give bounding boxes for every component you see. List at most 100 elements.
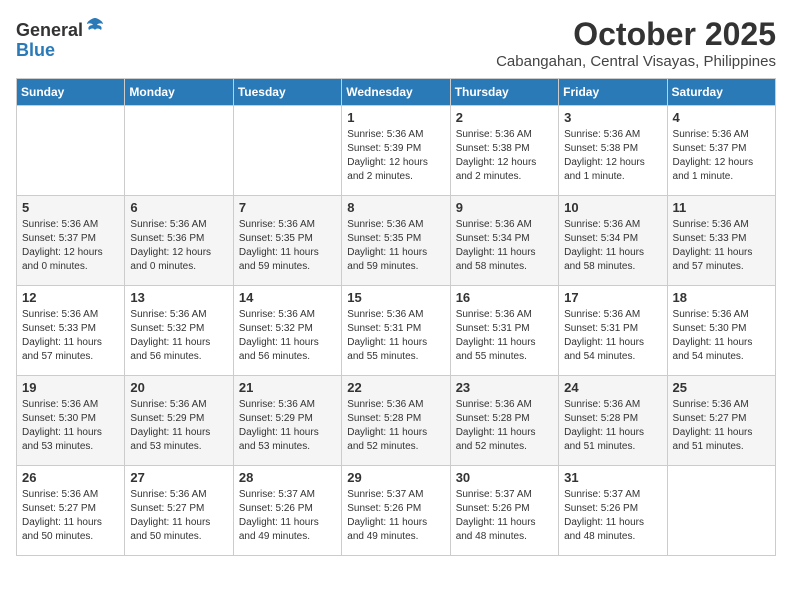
day-info: Sunrise: 5:36 AMSunset: 5:31 PMDaylight:… <box>347 308 444 364</box>
day-number: 18 <box>673 290 770 305</box>
day-number: 3 <box>564 110 661 125</box>
week-row-5: 26 Sunrise: 5:36 AMSunset: 5:27 PMDayligh… <box>17 466 776 556</box>
calendar-cell: 25Sunrise: 5:36 AMSunset: 5:27 PMDayligh… <box>667 376 775 466</box>
calendar-cell: 27 Sunrise: 5:36 AMSunset: 5:27 PMDayligh… <box>125 466 233 556</box>
day-number: 17 <box>564 290 661 305</box>
calendar-cell: 10 Sunrise: 5:36 AMSunset: 5:34 PMDayligh… <box>559 196 667 286</box>
day-info: Sunrise: 5:36 AMSunset: 5:34 PMDaylight:… <box>456 218 553 274</box>
calendar-cell: 30Sunrise: 5:37 AMSunset: 5:26 PMDayligh… <box>450 466 558 556</box>
day-number: 19 <box>22 380 119 395</box>
calendar-body: 1Sunrise: 5:36 AMSunset: 5:39 PMDaylight… <box>17 106 776 556</box>
title-block: October 2025 Cabangahan, Central Visayas… <box>496 16 776 70</box>
day-number: 15 <box>347 290 444 305</box>
day-info: Sunrise: 5:36 AMSunset: 5:29 PMDaylight:… <box>239 398 336 454</box>
calendar-header-row: SundayMondayTuesdayWednesdayThursdayFrid… <box>17 79 776 106</box>
day-info: Sunrise: 5:36 AMSunset: 5:36 PMDaylight:… <box>130 218 227 274</box>
calendar-table: SundayMondayTuesdayWednesdayThursdayFrid… <box>16 78 776 556</box>
day-info: Sunrise: 5:36 AMSunset: 5:29 PMDaylight:… <box>130 398 227 454</box>
day-number: 6 <box>130 200 227 215</box>
day-info: Sunrise: 5:36 AMSunset: 5:32 PMDaylight:… <box>130 308 227 364</box>
header-friday: Friday <box>559 79 667 106</box>
calendar-cell: 8Sunrise: 5:36 AMSunset: 5:35 PMDaylight… <box>342 196 450 286</box>
day-number: 10 <box>564 200 661 215</box>
calendar-cell: 12Sunrise: 5:36 AMSunset: 5:33 PMDayligh… <box>17 286 125 376</box>
day-number: 5 <box>22 200 119 215</box>
day-info: Sunrise: 5:36 AMSunset: 5:33 PMDaylight:… <box>22 308 119 364</box>
calendar-cell <box>125 106 233 196</box>
week-row-3: 12Sunrise: 5:36 AMSunset: 5:33 PMDayligh… <box>17 286 776 376</box>
calendar-cell: 14Sunrise: 5:36 AMSunset: 5:32 PMDayligh… <box>233 286 341 376</box>
day-number: 4 <box>673 110 770 125</box>
calendar-cell: 15 Sunrise: 5:36 AMSunset: 5:31 PMDayligh… <box>342 286 450 376</box>
calendar-cell: 5 Sunrise: 5:36 AMSunset: 5:37 PMDaylight… <box>17 196 125 286</box>
calendar-cell: 18 Sunrise: 5:36 AMSunset: 5:30 PMDayligh… <box>667 286 775 376</box>
logo-general: General <box>16 20 83 40</box>
page-header: General Blue October 2025 Cabangahan, Ce… <box>16 16 776 70</box>
day-info: Sunrise: 5:36 AMSunset: 5:37 PMDaylight:… <box>673 128 770 184</box>
week-row-2: 5 Sunrise: 5:36 AMSunset: 5:37 PMDaylight… <box>17 196 776 286</box>
day-info: Sunrise: 5:36 AMSunset: 5:35 PMDaylight:… <box>239 218 336 274</box>
calendar-cell: 2Sunrise: 5:36 AMSunset: 5:38 PMDaylight… <box>450 106 558 196</box>
day-info: Sunrise: 5:37 AMSunset: 5:26 PMDaylight:… <box>239 488 336 544</box>
day-info: Sunrise: 5:36 AMSunset: 5:31 PMDaylight:… <box>564 308 661 364</box>
calendar-cell: 26 Sunrise: 5:36 AMSunset: 5:27 PMDayligh… <box>17 466 125 556</box>
logo: General Blue <box>16 16 105 61</box>
calendar-cell: 23Sunrise: 5:36 AMSunset: 5:28 PMDayligh… <box>450 376 558 466</box>
header-sunday: Sunday <box>17 79 125 106</box>
day-info: Sunrise: 5:36 AMSunset: 5:28 PMDaylight:… <box>564 398 661 454</box>
header-tuesday: Tuesday <box>233 79 341 106</box>
day-number: 27 <box>130 470 227 485</box>
calendar-cell: 21 Sunrise: 5:36 AMSunset: 5:29 PMDayligh… <box>233 376 341 466</box>
calendar-cell: 13 Sunrise: 5:36 AMSunset: 5:32 PMDayligh… <box>125 286 233 376</box>
day-number: 24 <box>564 380 661 395</box>
day-number: 23 <box>456 380 553 395</box>
month-title: October 2025 <box>496 16 776 53</box>
calendar-cell: 24 Sunrise: 5:36 AMSunset: 5:28 PMDayligh… <box>559 376 667 466</box>
calendar-cell: 6 Sunrise: 5:36 AMSunset: 5:36 PMDaylight… <box>125 196 233 286</box>
calendar-cell <box>233 106 341 196</box>
day-info: Sunrise: 5:36 AMSunset: 5:27 PMDaylight:… <box>130 488 227 544</box>
day-info: Sunrise: 5:36 AMSunset: 5:30 PMDaylight:… <box>22 398 119 454</box>
day-info: Sunrise: 5:36 AMSunset: 5:33 PMDaylight:… <box>673 218 770 274</box>
day-number: 26 <box>22 470 119 485</box>
calendar-cell: 11 Sunrise: 5:36 AMSunset: 5:33 PMDayligh… <box>667 196 775 286</box>
day-number: 22 <box>347 380 444 395</box>
day-number: 7 <box>239 200 336 215</box>
week-row-4: 19 Sunrise: 5:36 AMSunset: 5:30 PMDayligh… <box>17 376 776 466</box>
calendar-cell: 17 Sunrise: 5:36 AMSunset: 5:31 PMDayligh… <box>559 286 667 376</box>
day-number: 31 <box>564 470 661 485</box>
day-number: 1 <box>347 110 444 125</box>
day-info: Sunrise: 5:36 AMSunset: 5:37 PMDaylight:… <box>22 218 119 274</box>
calendar-cell: 3 Sunrise: 5:36 AMSunset: 5:38 PMDaylight… <box>559 106 667 196</box>
day-info: Sunrise: 5:37 AMSunset: 5:26 PMDaylight:… <box>347 488 444 544</box>
day-number: 11 <box>673 200 770 215</box>
location-title: Cabangahan, Central Visayas, Philippines <box>496 53 776 70</box>
day-info: Sunrise: 5:36 AMSunset: 5:28 PMDaylight:… <box>347 398 444 454</box>
header-thursday: Thursday <box>450 79 558 106</box>
day-info: Sunrise: 5:36 AMSunset: 5:30 PMDaylight:… <box>673 308 770 364</box>
day-number: 13 <box>130 290 227 305</box>
day-number: 16 <box>456 290 553 305</box>
calendar-cell: 1Sunrise: 5:36 AMSunset: 5:39 PMDaylight… <box>342 106 450 196</box>
day-number: 29 <box>347 470 444 485</box>
day-info: Sunrise: 5:36 AMSunset: 5:27 PMDaylight:… <box>673 398 770 454</box>
day-number: 21 <box>239 380 336 395</box>
calendar-cell: 29 Sunrise: 5:37 AMSunset: 5:26 PMDayligh… <box>342 466 450 556</box>
day-info: Sunrise: 5:36 AMSunset: 5:38 PMDaylight:… <box>456 128 553 184</box>
calendar-cell: 22 Sunrise: 5:36 AMSunset: 5:28 PMDayligh… <box>342 376 450 466</box>
day-info: Sunrise: 5:36 AMSunset: 5:38 PMDaylight:… <box>564 128 661 184</box>
calendar-cell: 7 Sunrise: 5:36 AMSunset: 5:35 PMDaylight… <box>233 196 341 286</box>
calendar-cell <box>667 466 775 556</box>
header-wednesday: Wednesday <box>342 79 450 106</box>
calendar-cell: 4 Sunrise: 5:36 AMSunset: 5:37 PMDaylight… <box>667 106 775 196</box>
day-info: Sunrise: 5:36 AMSunset: 5:34 PMDaylight:… <box>564 218 661 274</box>
logo-blue: Blue <box>16 40 55 60</box>
calendar-cell: 19 Sunrise: 5:36 AMSunset: 5:30 PMDayligh… <box>17 376 125 466</box>
day-info: Sunrise: 5:36 AMSunset: 5:31 PMDaylight:… <box>456 308 553 364</box>
day-info: Sunrise: 5:37 AMSunset: 5:26 PMDaylight:… <box>564 488 661 544</box>
day-info: Sunrise: 5:36 AMSunset: 5:27 PMDaylight:… <box>22 488 119 544</box>
day-number: 30 <box>456 470 553 485</box>
calendar-cell: 16 Sunrise: 5:36 AMSunset: 5:31 PMDayligh… <box>450 286 558 376</box>
calendar-cell: 31 Sunrise: 5:37 AMSunset: 5:26 PMDayligh… <box>559 466 667 556</box>
day-info: Sunrise: 5:36 AMSunset: 5:32 PMDaylight:… <box>239 308 336 364</box>
